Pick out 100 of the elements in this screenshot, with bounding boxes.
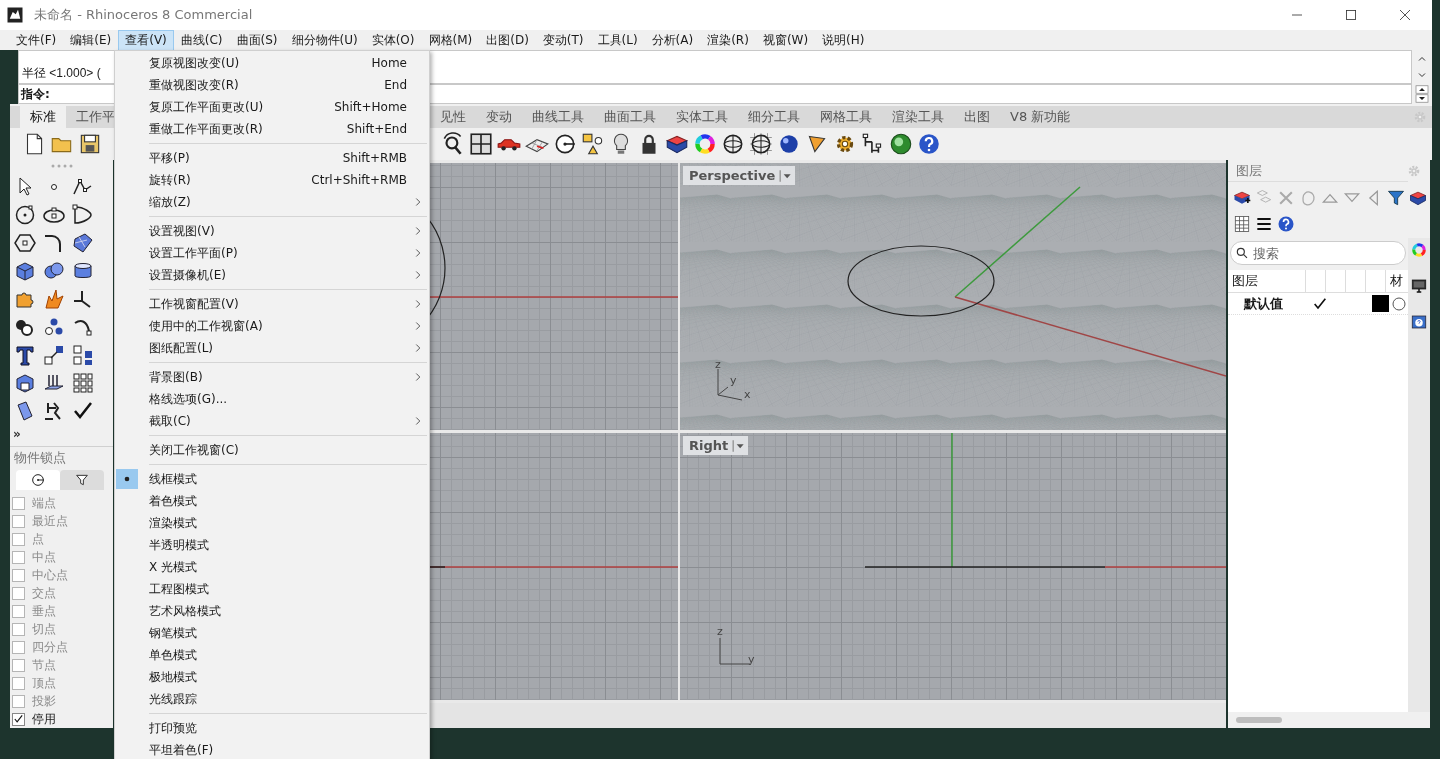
menu-item[interactable]: 复原视图改变(U) Home: [115, 52, 429, 74]
toolbar-tab[interactable]: 渲染工具: [882, 106, 954, 128]
toolbar-tab[interactable]: 曲面工具: [594, 106, 666, 128]
menu-item-label: 光线跟踪: [149, 690, 198, 708]
mesh-sphere-icon[interactable]: [748, 131, 774, 157]
color-wheel-icon[interactable]: [1410, 241, 1428, 259]
menu-item[interactable]: 工程图模式: [115, 578, 429, 600]
scrollbar-thumb[interactable]: [1236, 717, 1282, 723]
search-field[interactable]: 搜索: [1230, 241, 1406, 265]
color-wheel-icon[interactable]: [692, 131, 718, 157]
menu-bar-item[interactable]: 变动(T): [535, 29, 591, 51]
column-header[interactable]: 材: [1386, 270, 1403, 292]
toolbar-tab[interactable]: 标准: [20, 106, 66, 128]
menu-bar-item[interactable]: 实体(O): [364, 29, 422, 51]
menu-item[interactable]: 图纸配置(L): [115, 337, 429, 359]
menu-bar-item[interactable]: 曲面(S): [229, 29, 285, 51]
spinner-icon[interactable]: [1413, 85, 1431, 103]
menu-item[interactable]: 设置视图(V): [115, 220, 429, 242]
menu-bar-item[interactable]: 曲线(C): [173, 29, 230, 51]
checkbox-label: 中点: [32, 548, 56, 566]
menu-bar-item[interactable]: 出图(D): [479, 29, 536, 51]
menu-item-label: 截取(C): [149, 412, 192, 430]
checkbox-label: 垂点: [32, 602, 56, 620]
menu-item[interactable]: 格线选项(G)...: [115, 388, 429, 410]
menu-item[interactable]: 使用中的工作视窗(A): [115, 315, 429, 337]
toolbar-tab[interactable]: 变动: [476, 106, 522, 128]
toolbar-tab[interactable]: V8 新功能: [1000, 106, 1081, 128]
expand-toolbar-button[interactable]: »: [13, 427, 21, 441]
menu-bar-item[interactable]: 视窗(W): [755, 29, 816, 51]
menu-item[interactable]: 设置工作平面(P): [115, 242, 429, 264]
menu-item-label: 格线选项(G)...: [149, 390, 229, 408]
menu-item[interactable]: 钢笔模式: [115, 622, 429, 644]
viewport[interactable]: Right z y: [680, 433, 1226, 700]
osnap-tab[interactable]: [60, 470, 104, 490]
table-icon[interactable]: [1232, 214, 1252, 234]
help-icon[interactable]: [916, 131, 942, 157]
menu-item[interactable]: 关闭工作视窗(C): [115, 439, 429, 461]
four-viewports-icon[interactable]: [468, 131, 494, 157]
menu-item[interactable]: 缩放(Z): [115, 191, 429, 213]
menu-item[interactable]: 背景图(B): [115, 366, 429, 388]
checkmark-icon[interactable]: [1312, 295, 1328, 312]
curve-icon[interactable]: [70, 203, 95, 227]
menu-item[interactable]: 设置摄像机(E): [115, 264, 429, 286]
menu-item[interactable]: 极地模式: [115, 666, 429, 688]
menu-bar-item[interactable]: 工具(L): [590, 29, 645, 51]
filter-icon: [74, 472, 90, 488]
osnap-tab[interactable]: [16, 470, 60, 490]
menu-item-label: 钢笔模式: [149, 624, 198, 642]
menu-item[interactable]: 光线跟踪: [115, 688, 429, 710]
hexagon-icon[interactable]: [12, 231, 37, 255]
menu-item[interactable]: 平移(P) Shift+RMB: [115, 147, 429, 169]
surface-icon[interactable]: [70, 231, 95, 255]
filter-icon[interactable]: [1386, 188, 1406, 208]
menu-bar-item[interactable]: 查看(V): [118, 29, 174, 51]
menu-item[interactable]: 渲染模式: [115, 512, 429, 534]
grid-icon[interactable]: [70, 371, 95, 395]
toolbar-tab[interactable]: 实体工具: [666, 106, 738, 128]
menu-item[interactable]: 截取(C): [115, 410, 429, 432]
menu-item[interactable]: 工作视窗配置(V): [115, 293, 429, 315]
menu-item[interactable]: 半透明模式: [115, 534, 429, 556]
checkbox[interactable]: [12, 712, 25, 726]
scale-icon[interactable]: [41, 343, 66, 367]
menu-bar-item[interactable]: 文件(F): [9, 29, 64, 51]
menu-item[interactable]: 平坦着色(F): [115, 739, 429, 759]
help-icon[interactable]: [1276, 214, 1296, 234]
menu-bar-item[interactable]: 细分物件(U): [284, 29, 365, 51]
array-icon[interactable]: [70, 343, 95, 367]
menu-item[interactable]: X 光模式: [115, 556, 429, 578]
checkbox-label: 节点: [32, 656, 56, 674]
menu-item-label: 线框模式: [149, 470, 198, 488]
menu-item[interactable]: 单色模式: [115, 644, 429, 666]
toolbar-tab[interactable]: 网格工具: [810, 106, 882, 128]
viewport-title-button[interactable]: Right: [683, 436, 749, 455]
menu-bar-item[interactable]: 网格(M): [421, 29, 480, 51]
checkbox-label: 最近点: [32, 512, 68, 530]
color-swatch[interactable]: [1372, 295, 1389, 312]
menu-item[interactable]: 旋转(R) Ctrl+Shift+RMB: [115, 169, 429, 191]
shortcut-label: Shift+End: [346, 122, 407, 136]
globe-icon[interactable]: [888, 131, 914, 157]
viewport[interactable]: Perspective z y x: [680, 163, 1226, 430]
viewport-title-button[interactable]: Perspective: [683, 166, 796, 185]
menu-bar-item[interactable]: 渲染(R): [700, 29, 756, 51]
menu-item[interactable]: 艺术风格模式: [115, 600, 429, 622]
toolbar-tab[interactable]: 曲线工具: [522, 106, 594, 128]
column-header[interactable]: 图层: [1228, 270, 1306, 292]
layer-name[interactable]: 默认值: [1228, 294, 1310, 313]
menu-bar-item[interactable]: 说明(H): [815, 29, 872, 51]
monitor-icon[interactable]: [1410, 277, 1428, 295]
menu-item[interactable]: 着色模式: [115, 490, 429, 512]
help-panel-icon[interactable]: [1410, 313, 1428, 331]
material-circle-icon[interactable]: [1391, 295, 1407, 312]
toolbar-tab[interactable]: 出图: [954, 106, 1000, 128]
menu-bar-item[interactable]: 编辑(E): [63, 29, 119, 51]
menu-item[interactable]: 打印预览: [115, 717, 429, 739]
grip-icon[interactable]: [49, 163, 74, 169]
menu-item[interactable]: 重做工作平面更改(R) Shift+End: [115, 118, 429, 140]
menu-item[interactable]: 线框模式: [115, 468, 429, 490]
toolbar-tab[interactable]: 细分工具: [738, 106, 810, 128]
toolbar-tab[interactable]: 见性: [430, 106, 476, 128]
menu-bar-item[interactable]: 分析(A): [644, 29, 701, 51]
